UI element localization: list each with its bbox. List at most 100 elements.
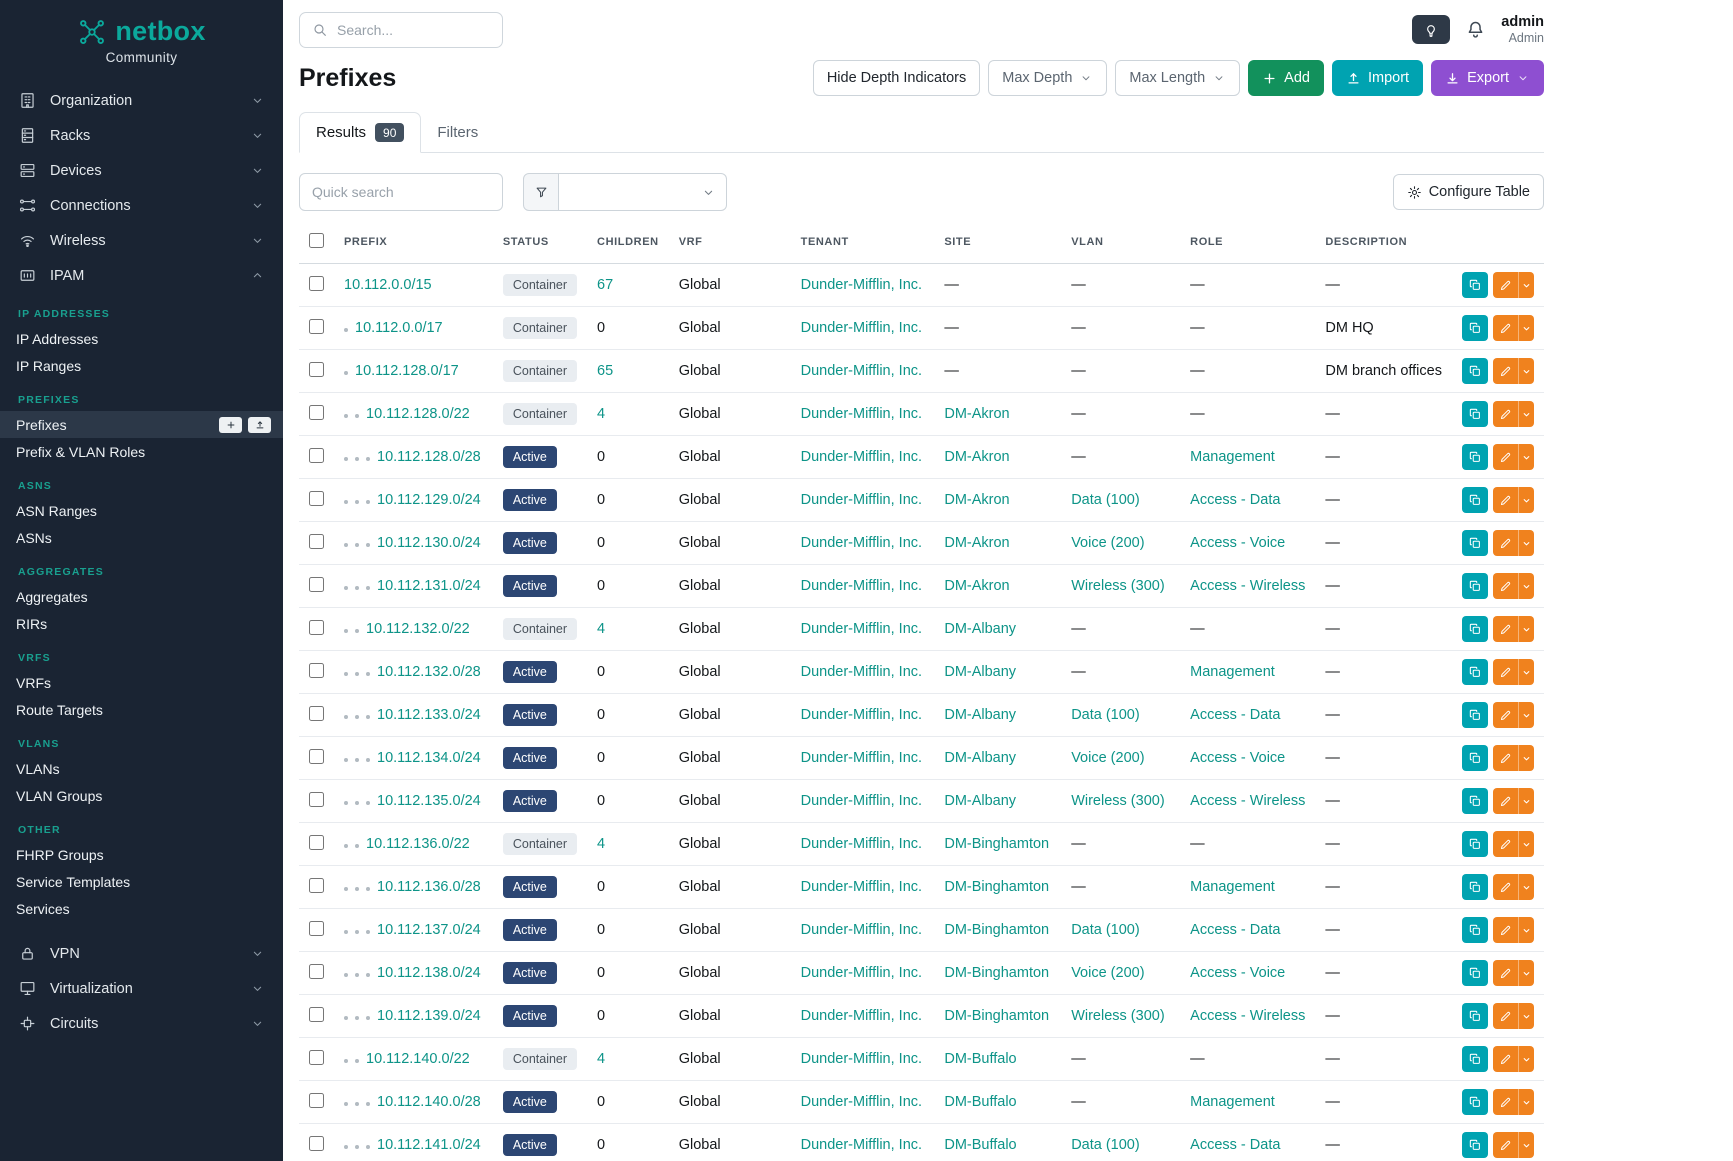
edit-button[interactable] bbox=[1493, 788, 1518, 814]
column-header-status[interactable]: STATUS bbox=[493, 223, 587, 264]
edit-button[interactable] bbox=[1493, 831, 1518, 857]
clone-button[interactable] bbox=[1462, 702, 1488, 728]
vlan-link[interactable]: Wireless (300) bbox=[1071, 1008, 1164, 1024]
tenant-link[interactable]: Dunder-Mifflin, Inc. bbox=[801, 922, 922, 938]
edit-dropdown-button[interactable] bbox=[1518, 573, 1534, 599]
row-checkbox[interactable] bbox=[309, 921, 324, 936]
prefix-link[interactable]: 10.112.141.0/24 bbox=[377, 1137, 481, 1153]
prefix-link[interactable]: 10.112.137.0/24 bbox=[377, 922, 481, 938]
site-link[interactable]: DM-Binghamton bbox=[944, 965, 1049, 981]
role-link[interactable]: Management bbox=[1190, 449, 1275, 465]
hide-depth-indicators-button[interactable]: Hide Depth Indicators bbox=[813, 60, 980, 96]
export-button[interactable]: Export bbox=[1431, 60, 1544, 96]
row-checkbox[interactable] bbox=[309, 1050, 324, 1065]
role-link[interactable]: Access - Wireless bbox=[1190, 793, 1305, 809]
tenant-link[interactable]: Dunder-Mifflin, Inc. bbox=[801, 578, 922, 594]
tenant-link[interactable]: Dunder-Mifflin, Inc. bbox=[801, 1051, 922, 1067]
role-link[interactable]: Access - Data bbox=[1190, 492, 1280, 508]
configure-table-button[interactable]: Configure Table bbox=[1393, 174, 1544, 210]
edit-button[interactable] bbox=[1493, 1046, 1518, 1072]
prefix-link[interactable]: 10.112.132.0/22 bbox=[366, 621, 470, 637]
tenant-link[interactable]: Dunder-Mifflin, Inc. bbox=[801, 320, 922, 336]
clone-button[interactable] bbox=[1462, 960, 1488, 986]
tenant-link[interactable]: Dunder-Mifflin, Inc. bbox=[801, 406, 922, 422]
role-link[interactable]: Access - Voice bbox=[1190, 750, 1285, 766]
edit-dropdown-button[interactable] bbox=[1518, 444, 1534, 470]
site-link[interactable]: DM-Buffalo bbox=[944, 1094, 1016, 1110]
clone-button[interactable] bbox=[1462, 1089, 1488, 1115]
row-checkbox[interactable] bbox=[309, 448, 324, 463]
tenant-link[interactable]: Dunder-Mifflin, Inc. bbox=[801, 277, 922, 293]
tenant-link[interactable]: Dunder-Mifflin, Inc. bbox=[801, 664, 922, 680]
site-link[interactable]: DM-Binghamton bbox=[944, 879, 1049, 895]
site-link[interactable]: DM-Albany bbox=[944, 750, 1016, 766]
prefix-link[interactable]: 10.112.136.0/22 bbox=[366, 836, 470, 852]
filter-button[interactable] bbox=[523, 173, 559, 211]
edit-button[interactable] bbox=[1493, 358, 1518, 384]
edit-dropdown-button[interactable] bbox=[1518, 788, 1534, 814]
clone-button[interactable] bbox=[1462, 401, 1488, 427]
prefix-link[interactable]: 10.112.128.0/22 bbox=[366, 406, 470, 422]
clone-button[interactable] bbox=[1462, 788, 1488, 814]
clone-button[interactable] bbox=[1462, 1046, 1488, 1072]
prefix-link[interactable]: 10.112.140.0/22 bbox=[366, 1051, 470, 1067]
edit-dropdown-button[interactable] bbox=[1518, 702, 1534, 728]
edit-dropdown-button[interactable] bbox=[1518, 1003, 1534, 1029]
edit-button[interactable] bbox=[1493, 1003, 1518, 1029]
children-count-link[interactable]: 4 bbox=[597, 836, 605, 852]
sidebar-item-ip-ranges[interactable]: IP Ranges bbox=[0, 352, 283, 379]
edit-dropdown-button[interactable] bbox=[1518, 1089, 1534, 1115]
site-link[interactable]: DM-Buffalo bbox=[944, 1051, 1016, 1067]
clone-button[interactable] bbox=[1462, 659, 1488, 685]
tenant-link[interactable]: Dunder-Mifflin, Inc. bbox=[801, 879, 922, 895]
row-checkbox[interactable] bbox=[309, 319, 324, 334]
vlan-link[interactable]: Data (100) bbox=[1071, 707, 1140, 723]
site-link[interactable]: DM-Albany bbox=[944, 621, 1016, 637]
edit-dropdown-button[interactable] bbox=[1518, 315, 1534, 341]
tab-results[interactable]: Results 90 bbox=[299, 112, 421, 153]
prefix-link[interactable]: 10.112.132.0/28 bbox=[377, 664, 481, 680]
max-length-dropdown[interactable]: Max Length bbox=[1115, 60, 1240, 96]
row-checkbox[interactable] bbox=[309, 362, 324, 377]
column-header-role[interactable]: ROLE bbox=[1180, 223, 1315, 264]
sidebar-item-wireless[interactable]: Wireless bbox=[0, 223, 283, 258]
edit-dropdown-button[interactable] bbox=[1518, 1046, 1534, 1072]
role-link[interactable]: Management bbox=[1190, 664, 1275, 680]
edit-button[interactable] bbox=[1493, 917, 1518, 943]
clone-button[interactable] bbox=[1462, 917, 1488, 943]
role-link[interactable]: Access - Data bbox=[1190, 922, 1280, 938]
sidebar-item-racks[interactable]: Racks bbox=[0, 118, 283, 153]
clone-button[interactable] bbox=[1462, 745, 1488, 771]
sidebar-item-aggregates[interactable]: Aggregates bbox=[0, 583, 283, 610]
site-link[interactable]: DM-Albany bbox=[944, 664, 1016, 680]
role-link[interactable]: Management bbox=[1190, 1094, 1275, 1110]
edit-dropdown-button[interactable] bbox=[1518, 960, 1534, 986]
row-checkbox[interactable] bbox=[309, 835, 324, 850]
sidebar-item-circuits[interactable]: Circuits bbox=[0, 1006, 283, 1041]
import-button[interactable]: Import bbox=[1332, 60, 1423, 96]
vlan-link[interactable]: Wireless (300) bbox=[1071, 578, 1164, 594]
row-checkbox[interactable] bbox=[309, 706, 324, 721]
clone-button[interactable] bbox=[1462, 358, 1488, 384]
add-button[interactable]: Add bbox=[1248, 60, 1324, 96]
edit-button[interactable] bbox=[1493, 745, 1518, 771]
edit-button[interactable] bbox=[1493, 1089, 1518, 1115]
clone-button[interactable] bbox=[1462, 874, 1488, 900]
edit-dropdown-button[interactable] bbox=[1518, 874, 1534, 900]
sidebar-item-ip-addresses[interactable]: IP Addresses bbox=[0, 325, 283, 352]
sidebar-item-devices[interactable]: Devices bbox=[0, 153, 283, 188]
sidebar-item-service-templates[interactable]: Service Templates bbox=[0, 868, 283, 895]
clone-button[interactable] bbox=[1462, 1003, 1488, 1029]
edit-button[interactable] bbox=[1493, 530, 1518, 556]
row-checkbox[interactable] bbox=[309, 405, 324, 420]
row-checkbox[interactable] bbox=[309, 1093, 324, 1108]
tenant-link[interactable]: Dunder-Mifflin, Inc. bbox=[801, 1008, 922, 1024]
saved-filter-select[interactable] bbox=[559, 173, 727, 211]
sidebar-item-vlans[interactable]: VLANs bbox=[0, 755, 283, 782]
logo[interactable]: netbox Community bbox=[0, 0, 283, 73]
vlan-link[interactable]: Voice (200) bbox=[1071, 750, 1144, 766]
select-all-checkbox[interactable] bbox=[309, 233, 324, 248]
row-checkbox[interactable] bbox=[309, 1136, 324, 1151]
edit-button[interactable] bbox=[1493, 573, 1518, 599]
site-link[interactable]: DM-Binghamton bbox=[944, 922, 1049, 938]
